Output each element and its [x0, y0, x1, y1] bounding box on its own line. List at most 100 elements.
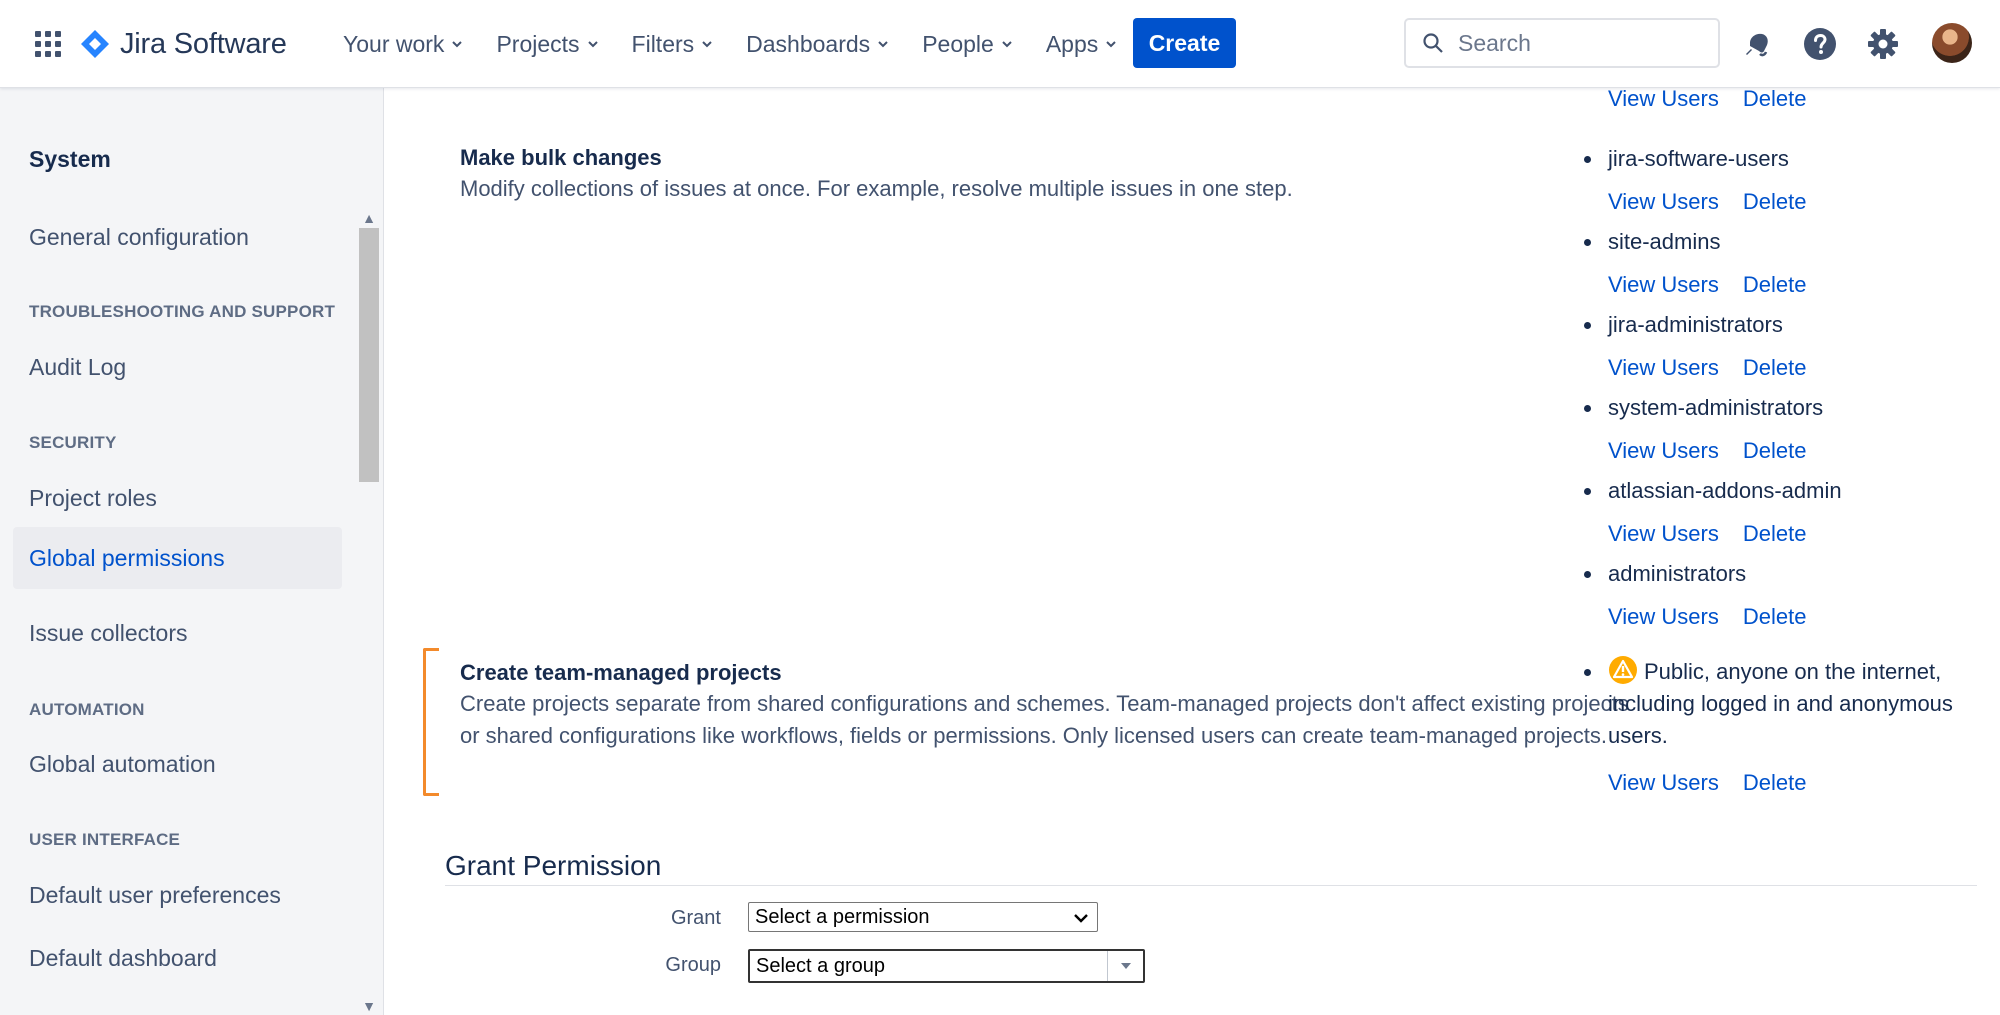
chevron-down-icon [702, 41, 712, 48]
group-label: site-admins [1608, 229, 1721, 254]
group-label: Public, anyone on the internet, includin… [1608, 659, 1953, 748]
view-users-link[interactable]: View Users [1608, 438, 1719, 464]
sidebar-item-label: Audit Log [29, 353, 127, 380]
chevron-down-icon [452, 41, 463, 48]
sidebar-item-global-automation[interactable]: Global automation [13, 733, 342, 795]
delete-link[interactable]: Delete [1743, 604, 1807, 630]
sidebar-item-project-roles[interactable]: Project roles [13, 467, 342, 529]
admin-sidebar: System General configuration TROUBLESHOO… [0, 88, 384, 1015]
delete-link[interactable]: Delete [1743, 521, 1807, 547]
delete-link[interactable]: Delete [1743, 770, 1807, 796]
menu-dashboards[interactable]: Dashboards [746, 0, 890, 88]
main-menu: Your work Projects Filters Dashboards Pe… [343, 0, 1150, 88]
sidebar-item-label: General configuration [29, 223, 249, 250]
divider [445, 885, 1977, 886]
permission-title: Create team-managed projects [460, 660, 782, 685]
view-users-link[interactable]: View Users [1608, 88, 1719, 112]
avatar[interactable] [1932, 23, 1972, 63]
view-users-link[interactable]: View Users [1608, 521, 1719, 547]
notifications-icon[interactable] [1737, 24, 1777, 64]
sidebar-item-general-configuration[interactable]: General configuration [13, 206, 342, 268]
menu-filters[interactable]: Filters [632, 0, 715, 88]
sidebar-item-issue-collectors[interactable]: Issue collectors [13, 602, 342, 664]
warning-icon [1609, 656, 1637, 684]
group-name: system-administrators [1584, 392, 1988, 424]
sidebar-item-label: Project roles [29, 484, 157, 511]
group-combobox-value: Select a group [756, 954, 885, 977]
menu-label: Projects [496, 30, 580, 57]
sidebar-item-label: Default dashboard [29, 944, 217, 971]
chevron-down-icon [587, 41, 598, 48]
menu-people[interactable]: People [922, 0, 1014, 88]
group-name: site-admins [1584, 226, 1988, 258]
menu-label: People [922, 30, 994, 57]
menu-your-work[interactable]: Your work [343, 0, 464, 88]
group-actions: View Users Delete [1608, 770, 1806, 796]
group-actions: View Users Delete [1608, 355, 1806, 381]
create-button[interactable]: Create [1133, 18, 1236, 68]
chevron-down-icon [1074, 914, 1088, 923]
chevron-down-icon [878, 41, 888, 48]
grant-permission-select[interactable]: Select a permission [748, 902, 1098, 932]
group-label: administrators [1608, 561, 1747, 586]
view-users-link[interactable]: View Users [1608, 272, 1719, 298]
group-label: system-administrators [1608, 395, 1824, 420]
menu-projects[interactable]: Projects [496, 0, 599, 88]
view-users-link[interactable]: View Users [1608, 355, 1719, 381]
chevron-down-icon [1002, 41, 1012, 48]
group-name: atlassian-addons-admin [1584, 475, 1988, 507]
menu-label: Filters [631, 30, 695, 57]
search-box[interactable] [1404, 18, 1720, 68]
group-actions: View Users Delete [1608, 189, 1806, 215]
view-users-link[interactable]: View Users [1608, 604, 1719, 630]
delete-link[interactable]: Delete [1743, 88, 1807, 112]
menu-apps[interactable]: Apps [1046, 0, 1118, 88]
permission-description: Create projects separate from shared con… [460, 691, 1629, 748]
sidebar-heading-automation: AUTOMATION [29, 700, 145, 719]
delete-link[interactable]: Delete [1743, 272, 1807, 298]
jira-logo[interactable]: Jira Software [80, 0, 287, 88]
product-name: Jira Software [120, 27, 287, 60]
sidebar-heading-security: SECURITY [29, 433, 117, 452]
help-icon[interactable] [1800, 24, 1840, 64]
sidebar-item-default-user-preferences[interactable]: Default user preferences [13, 864, 342, 926]
group-combobox[interactable]: Select a group [748, 949, 1145, 983]
highlight-bracket [423, 648, 439, 796]
search-icon [1423, 33, 1443, 53]
delete-link[interactable]: Delete [1743, 355, 1807, 381]
sidebar-item-global-permissions[interactable]: Global permissions [13, 527, 342, 589]
search-input[interactable] [1458, 29, 1698, 57]
view-users-link[interactable]: View Users [1608, 770, 1719, 796]
view-users-link[interactable]: View Users [1608, 189, 1719, 215]
settings-icon[interactable] [1863, 24, 1903, 64]
sidebar-item-label: Global automation [29, 750, 216, 777]
group-label: Group [665, 954, 721, 976]
sidebar-item-audit-log[interactable]: Audit Log [13, 336, 342, 398]
scroll-thumb[interactable] [359, 228, 379, 482]
permission-description: Modify collections of issues at once. Fo… [460, 176, 1293, 201]
app-switcher-icon[interactable] [28, 0, 68, 88]
sidebar-item-label: Global permissions [29, 544, 225, 571]
grant-select-value: Select a permission [755, 905, 930, 928]
combobox-dropdown-icon[interactable] [1107, 951, 1143, 981]
sidebar-scrollbar[interactable]: ▲ ▼ [356, 208, 382, 1015]
group-actions: View Users Delete [1608, 438, 1806, 464]
scroll-down-arrow-icon[interactable]: ▼ [359, 996, 379, 1015]
menu-label: Apps [1045, 30, 1099, 57]
menu-label: Dashboards [746, 30, 871, 57]
menu-label: Your work [343, 30, 445, 57]
sidebar-item-default-dashboard[interactable]: Default dashboard [13, 927, 342, 989]
group-actions: View Users Delete [1608, 88, 1806, 112]
group-label: atlassian-addons-admin [1608, 478, 1842, 503]
group-name: jira-administrators [1584, 309, 1988, 341]
top-navigation: Jira Software Your work Projects Filters… [0, 0, 2000, 88]
delete-link[interactable]: Delete [1743, 189, 1807, 215]
group-label: jira-software-users [1608, 146, 1789, 171]
grant-permission-heading: Grant Permission [445, 850, 662, 881]
sidebar-heading-troubleshooting: TROUBLESHOOTING AND SUPPORT [29, 302, 336, 321]
sidebar-item-label: Default user preferences [29, 881, 281, 908]
group-name: administrators [1584, 558, 1988, 590]
scroll-up-arrow-icon[interactable]: ▲ [359, 208, 379, 228]
group-actions: View Users Delete [1608, 604, 1806, 630]
delete-link[interactable]: Delete [1743, 438, 1807, 464]
